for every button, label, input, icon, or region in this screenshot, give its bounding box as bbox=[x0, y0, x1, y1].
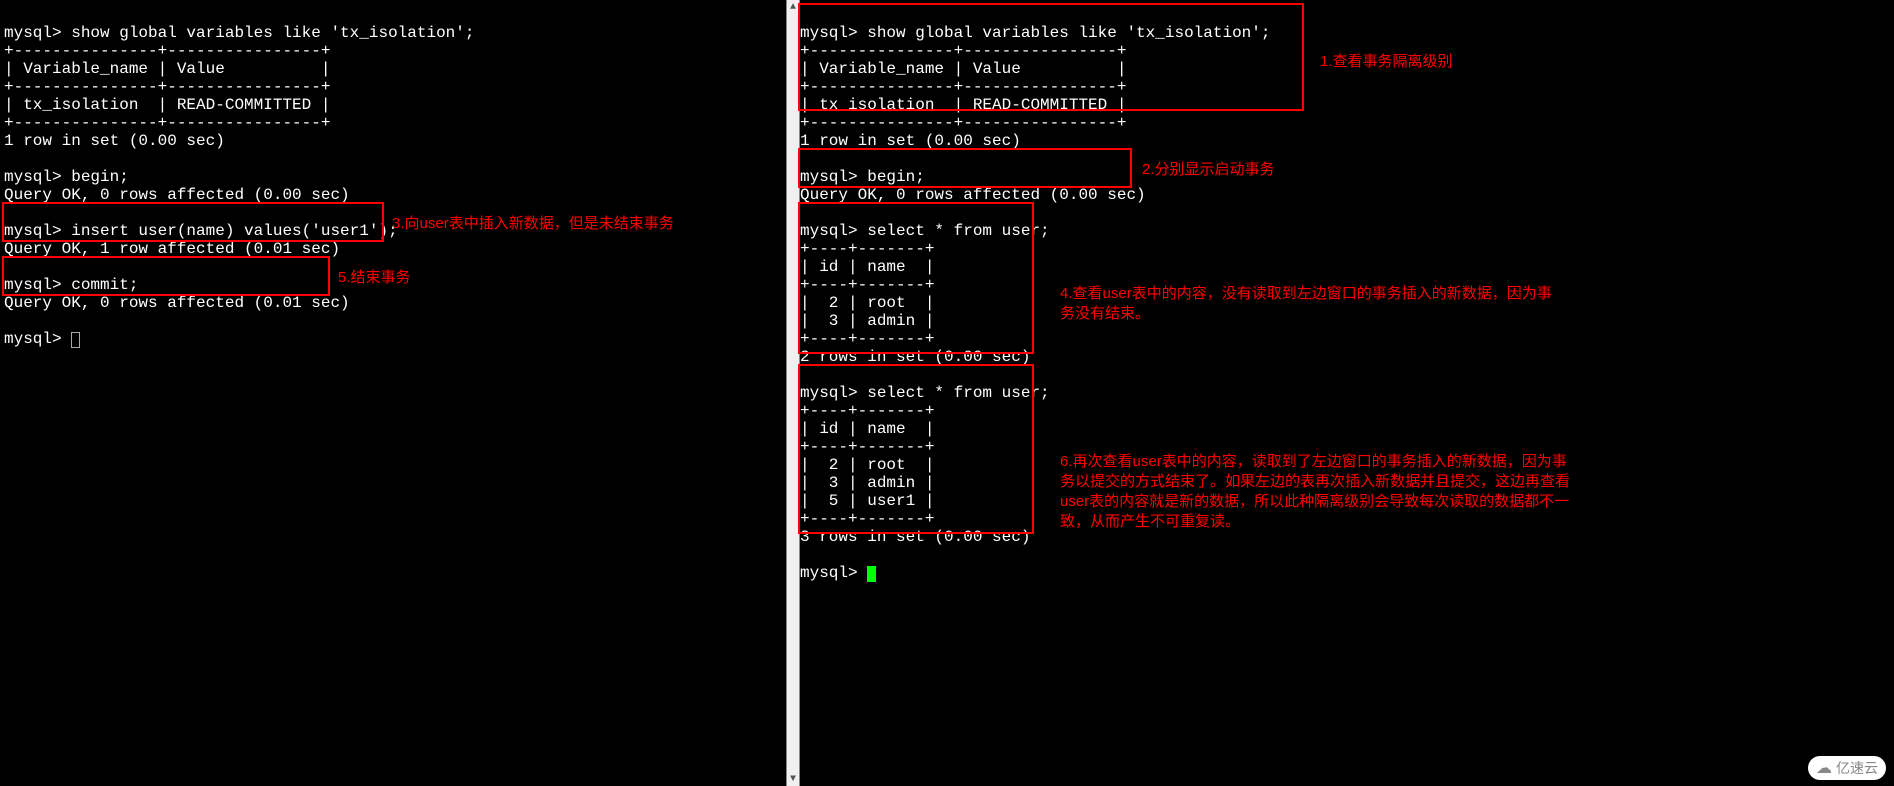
right-isolation-output: mysql> show global variables like 'tx_is… bbox=[800, 24, 1270, 150]
watermark-text: 亿速云 bbox=[1836, 758, 1878, 778]
right-select2-output: mysql> select * from user; +----+-------… bbox=[800, 384, 1050, 546]
left-prompt: mysql> bbox=[4, 330, 71, 348]
left-isolation-output: mysql> show global variables like 'tx_is… bbox=[4, 24, 474, 150]
right-terminal[interactable]: mysql> show global variables like 'tx_is… bbox=[800, 0, 1580, 786]
right-select1-output: mysql> select * from user; +----+-------… bbox=[800, 222, 1050, 366]
right-prompt: mysql> bbox=[800, 564, 867, 582]
cursor-icon bbox=[71, 332, 80, 348]
annotation-1: 1.查看事务隔离级别 bbox=[1320, 52, 1520, 72]
left-terminal[interactable]: mysql> show global variables like 'tx_is… bbox=[4, 0, 784, 786]
left-begin-output: mysql> begin; Query OK, 0 rows affected … bbox=[4, 168, 350, 204]
annotation-5: 5.结束事务 bbox=[338, 268, 458, 288]
cursor-icon bbox=[867, 566, 876, 582]
scroll-up-icon[interactable]: ▲ bbox=[786, 0, 800, 14]
left-commit-output: mysql> commit; Query OK, 0 rows affected… bbox=[4, 276, 350, 312]
cloud-icon: ☁ bbox=[1816, 758, 1832, 778]
annotation-3: 3.向user表中插入新数据，但是未结束事务 bbox=[392, 214, 752, 234]
annotation-4: 4.查看user表中的内容，没有读取到左边窗口的事务插入的新数据，因为事务没有结… bbox=[1060, 284, 1560, 324]
scroll-down-icon[interactable]: ▼ bbox=[786, 772, 800, 786]
left-insert-output: mysql> insert user(name) values('user1')… bbox=[4, 222, 398, 258]
annotation-6: 6.再次查看user表中的内容，读取到了左边窗口的事务插入的新数据，因为事务以提… bbox=[1060, 452, 1570, 532]
pane-divider-scrollbar[interactable] bbox=[786, 0, 800, 786]
right-begin-output: mysql> begin; Query OK, 0 rows affected … bbox=[800, 168, 1146, 204]
watermark-badge: ☁ 亿速云 bbox=[1808, 756, 1886, 780]
annotation-2: 2.分别显示启动事务 bbox=[1142, 160, 1342, 180]
